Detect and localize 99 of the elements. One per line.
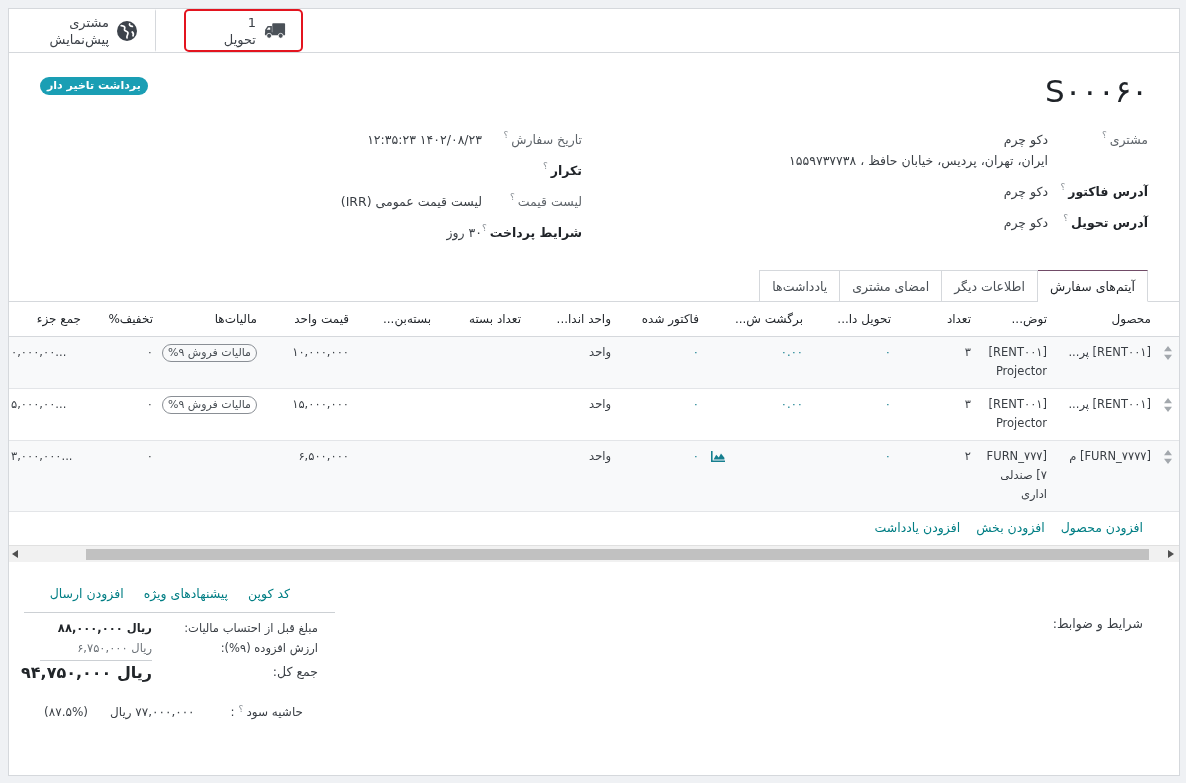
table-cell: واحد bbox=[589, 345, 611, 359]
caret-right-icon[interactable] bbox=[1168, 550, 1174, 558]
table-cell: ۶,۵۰۰,۰۰۰ bbox=[298, 449, 349, 463]
table-cell: ۲ bbox=[964, 449, 971, 463]
total-label: ارزش افزوده (۹%): bbox=[220, 640, 318, 658]
table-cell: [RENT۰۰۱] پر... bbox=[1068, 345, 1151, 359]
help-mark[interactable]: ؟ bbox=[482, 223, 487, 233]
column-header[interactable]: محصول bbox=[1111, 312, 1151, 326]
tab[interactable]: اطلاعات دیگر bbox=[941, 270, 1038, 302]
table-cell: ۰ bbox=[692, 449, 699, 463]
column-header[interactable]: توض... bbox=[1011, 312, 1047, 326]
table-cell: ۰.۰۰ bbox=[780, 397, 803, 411]
table-cell: [RENT۰۰۱] پر... bbox=[1068, 397, 1151, 411]
help-mark[interactable]: ؟ bbox=[1060, 182, 1066, 192]
stat-label: پیش‌نمایش bbox=[49, 30, 109, 48]
column-header[interactable]: فاکتور شده bbox=[641, 312, 699, 326]
field-value: دکو چرم bbox=[1003, 183, 1048, 202]
globe-icon bbox=[117, 20, 137, 41]
totals-action-link[interactable]: افزودن ارسال bbox=[49, 584, 124, 604]
column-header[interactable]: تخفیف% bbox=[108, 312, 153, 326]
totals-action-link[interactable]: کد کوپن bbox=[248, 584, 290, 604]
table-cell: ۱۰,۰۰۰,۰۰۰ bbox=[292, 345, 349, 359]
add-link[interactable]: افزودن محصول bbox=[1060, 518, 1143, 538]
field-value: ایران، تهران، پردیس، خیابان حافظ ، ۱۵۵۹۷۳۷۷۳۸ bbox=[789, 152, 1048, 171]
area-chart-icon[interactable] bbox=[711, 451, 725, 462]
column-header[interactable]: تحویل دا... bbox=[837, 312, 891, 326]
table-cell: ۱۵,۰۰۰,۰۰۰ bbox=[292, 397, 349, 411]
stat-label: تحویل bbox=[223, 30, 256, 48]
table-cell: ۰.۰۰ bbox=[780, 345, 803, 359]
total-label: جمع کل: bbox=[272, 663, 318, 681]
field-value: دکو چرم bbox=[1003, 131, 1048, 150]
help-mark[interactable]: ؟ bbox=[238, 704, 244, 714]
margin-colon: : bbox=[230, 704, 235, 721]
field-label: تکرار bbox=[550, 162, 582, 180]
field-value: ۱۴۰۲/۰۸/۲۳ ۱۲:۳۵:۲۳ bbox=[367, 131, 482, 149]
table-cell: ۳,۰۰۰,۰۰۰... bbox=[11, 449, 73, 463]
table-cell: ۰ bbox=[146, 449, 153, 463]
total-label: مبلغ قبل از احتساب مالیات: bbox=[184, 620, 318, 637]
help-mark[interactable]: ؟ bbox=[510, 192, 515, 202]
help-mark[interactable]: ؟ bbox=[543, 161, 548, 171]
field-label: شرایط پرداخت bbox=[489, 224, 582, 242]
field-label: لیست قیمت bbox=[517, 193, 582, 211]
tab[interactable]: آیتم‌های سفارش bbox=[1036, 270, 1148, 302]
field-label: مشتری bbox=[1109, 131, 1148, 150]
table-cell: ۳ bbox=[964, 397, 971, 411]
total-value: ریال ۹۴,۷۵۰,۰۰۰ bbox=[21, 662, 152, 684]
total-value: ریال ۶,۷۵۰,۰۰۰ bbox=[77, 640, 152, 657]
status-badge: برداشت تاخیر دار bbox=[40, 77, 148, 95]
truck-icon bbox=[264, 22, 286, 39]
add-link[interactable]: افزودن بخش bbox=[976, 518, 1045, 538]
table-cell: ۰ bbox=[884, 449, 891, 463]
column-header[interactable]: تعداد bbox=[946, 312, 971, 326]
table-cell: ۰ bbox=[884, 345, 891, 359]
totals-action-link[interactable]: پیشنهادهای ویژه bbox=[143, 584, 229, 604]
field-value: لیست قیمت عمومی (IRR) bbox=[340, 193, 482, 212]
scrollbar-thumb[interactable] bbox=[86, 548, 1149, 560]
field-value: دکو چرم bbox=[1003, 214, 1048, 233]
margin-label: حاشیه سود bbox=[246, 704, 303, 721]
table-cell: [FURN_۷۷۷۷] م bbox=[1069, 449, 1151, 463]
table-cell: واحد bbox=[589, 397, 611, 411]
field-value: ۳۰ روز bbox=[446, 224, 482, 243]
column-header[interactable]: بسته‌بن... bbox=[382, 312, 431, 326]
stat-value: 1 bbox=[247, 13, 256, 31]
field-label: تاریخ سفارش bbox=[511, 131, 582, 150]
total-value: ریال ۸۸,۰۰۰,۰۰۰ bbox=[57, 620, 152, 637]
margin-percent: (۸۷.۵%) bbox=[44, 704, 89, 721]
help-mark[interactable]: ؟ bbox=[1063, 213, 1069, 223]
drag-handle-icon[interactable] bbox=[1164, 398, 1172, 412]
column-header[interactable]: برگشت ش... bbox=[734, 312, 803, 326]
table-cell: ۰,۰۰۰,۰۰... bbox=[11, 345, 67, 359]
column-header[interactable]: تعداد بسته bbox=[468, 312, 521, 326]
field-label: آدرس فاکتور bbox=[1068, 183, 1148, 201]
table-cell: ۰ bbox=[692, 345, 699, 359]
terms-label: شرایط و ضوابط: bbox=[1052, 615, 1143, 634]
help-mark[interactable]: ؟ bbox=[1101, 130, 1107, 140]
order-number: S۰۰۰۶۰ bbox=[1045, 72, 1148, 110]
table-cell: ۳ bbox=[964, 345, 971, 359]
column-header[interactable]: جمع جزء bbox=[36, 312, 81, 326]
table-cell: ۰ bbox=[692, 397, 699, 411]
drag-handle-icon[interactable] bbox=[1164, 346, 1172, 360]
table-cell: ۰ bbox=[146, 345, 153, 359]
column-header[interactable]: قیمت واحد bbox=[294, 312, 349, 326]
help-mark[interactable]: ؟ bbox=[503, 130, 509, 140]
drag-handle-icon[interactable] bbox=[1164, 450, 1172, 464]
column-header[interactable]: مالیات‌ها bbox=[214, 312, 257, 326]
column-header[interactable]: واحد اندا... bbox=[556, 312, 611, 326]
table-cell: ۰ bbox=[884, 397, 891, 411]
caret-left-icon[interactable] bbox=[12, 550, 18, 558]
margin-value: ۷۷,۰۰۰,۰۰۰ ریال bbox=[110, 704, 195, 721]
tab[interactable]: یادداشت‌ها bbox=[759, 270, 841, 302]
table-cell-text: [FURN_۷۷۷۷] صندلی اداری bbox=[985, 448, 1047, 503]
table-cell: ۵,۰۰۰,۰۰... bbox=[11, 397, 67, 411]
stat-value: مشتری bbox=[69, 13, 109, 31]
table-cell: واحد bbox=[589, 449, 611, 463]
field-label: آدرس تحویل bbox=[1071, 214, 1148, 232]
table-cell-text: [RENT۰۰۱] Projector bbox=[987, 344, 1047, 380]
add-link[interactable]: افزودن یادداشت bbox=[874, 518, 961, 538]
table-cell-text: [RENT۰۰۱] Projector bbox=[987, 396, 1047, 432]
table-cell: ۰ bbox=[146, 397, 153, 411]
